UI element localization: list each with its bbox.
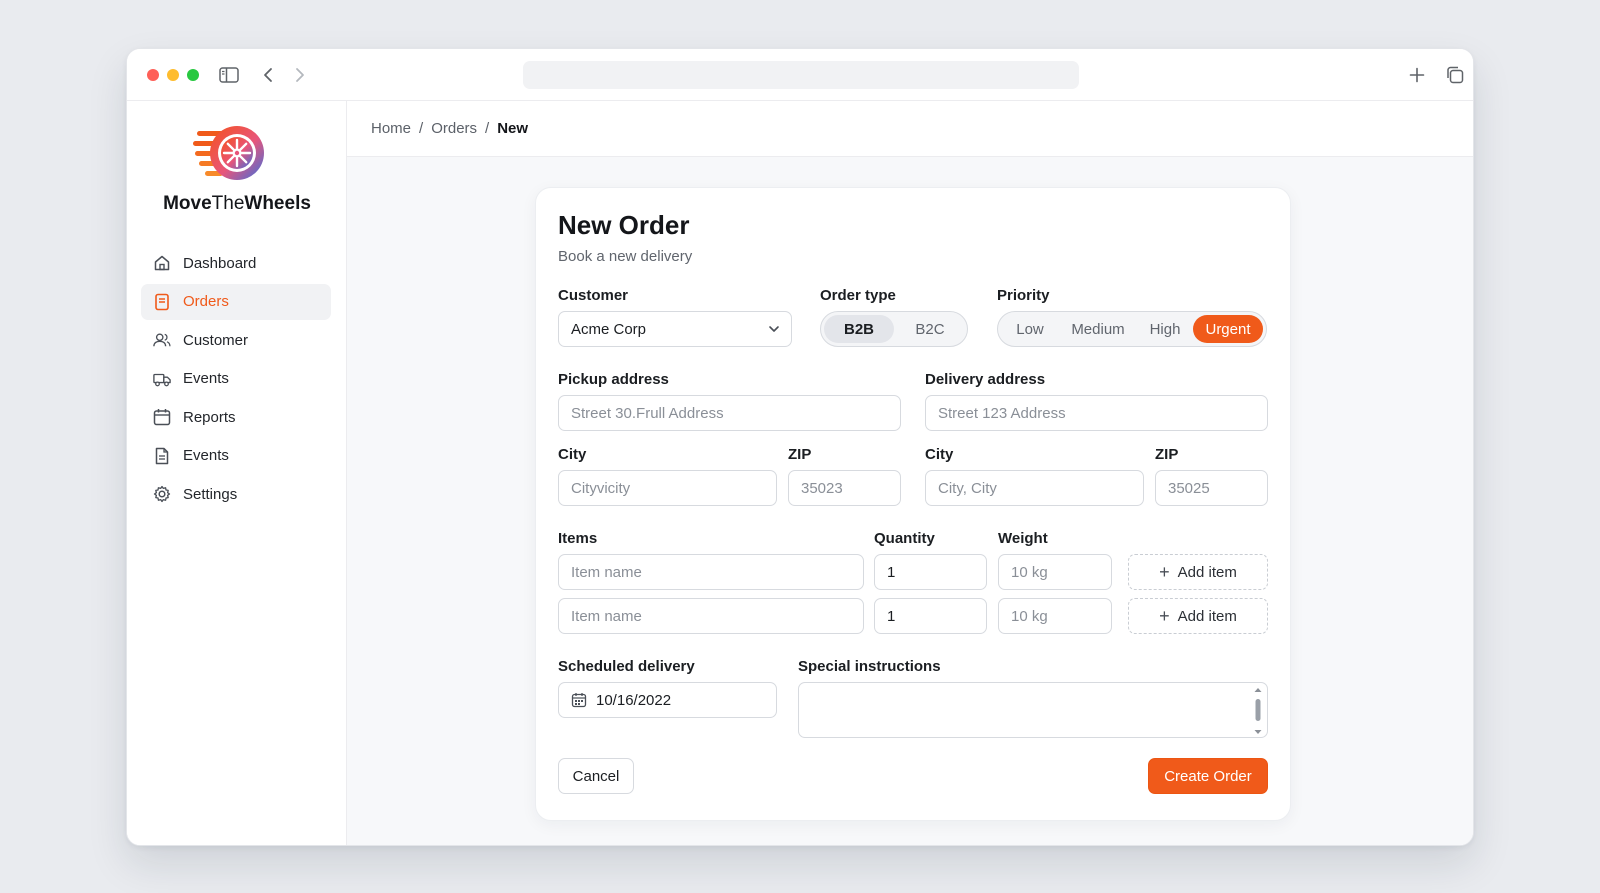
add-item-label: Add item — [1177, 563, 1237, 581]
new-order-form: New Order Book a new delivery Customer A… — [535, 187, 1291, 821]
sidebar-toggle-icon[interactable] — [217, 63, 241, 87]
minimize-window-button[interactable] — [167, 69, 179, 81]
sidebar-item-label: Orders — [183, 293, 229, 310]
quantity-label: Quantity — [874, 530, 935, 547]
delivery-address-input[interactable] — [925, 395, 1268, 431]
brand-logo — [193, 123, 269, 183]
forward-icon[interactable] — [288, 63, 312, 87]
create-order-button[interactable]: Create Order — [1148, 758, 1268, 794]
customer-select[interactable]: Acme Corp — [558, 311, 792, 347]
calendar-icon — [153, 408, 171, 426]
pickup-city-input[interactable] — [558, 470, 777, 506]
breadcrumb-orders[interactable]: Orders — [431, 120, 477, 137]
pickup-zip-label: ZIP — [788, 446, 812, 463]
order-type-toggle: B2B B2C — [820, 311, 968, 347]
main-content: Home / Orders / New New Order Book a new… — [347, 101, 1473, 845]
pickup-address-label: Pickup address — [558, 371, 669, 388]
sidebar-item-orders[interactable]: Orders — [141, 283, 331, 320]
page-subtitle: Book a new delivery — [558, 248, 693, 265]
add-item-button[interactable]: + Add item — [1128, 554, 1268, 590]
sidebar-item-label: Settings — [183, 485, 238, 503]
weight-label: Weight — [998, 530, 1048, 547]
items-label: Items — [558, 530, 598, 547]
breadcrumb: Home / Orders / New — [347, 101, 1473, 157]
maximize-window-button[interactable] — [187, 69, 199, 81]
priority-option-high[interactable]: High — [1140, 315, 1190, 343]
sidebar-item-label: Reports — [183, 408, 236, 426]
priority-option-low[interactable]: Low — [1004, 315, 1056, 343]
sidebar-item-label: Customer — [183, 331, 249, 349]
breadcrumb-separator: / — [485, 120, 490, 137]
users-icon — [153, 331, 171, 349]
truck-icon — [153, 370, 171, 388]
sidebar-item-customer[interactable]: Customer — [141, 322, 331, 358]
priority-option-urgent[interactable]: Urgent — [1193, 315, 1263, 343]
pickup-zip-input[interactable] — [788, 470, 901, 506]
delivery-city-label: City — [925, 446, 954, 463]
address-bar[interactable] — [523, 61, 1079, 89]
item-name-input[interactable] — [558, 598, 864, 634]
sidebar-item-reports[interactable]: Reports — [141, 399, 331, 435]
calendar-icon — [571, 692, 587, 708]
special-instructions-label: Special instructions — [798, 658, 941, 675]
new-tab-icon[interactable] — [1405, 63, 1429, 87]
priority-option-medium[interactable]: Medium — [1058, 315, 1138, 343]
breadcrumb-home[interactable]: Home — [371, 120, 411, 137]
title-bar — [127, 49, 1473, 101]
pickup-address-input[interactable] — [558, 395, 901, 431]
priority-label: Priority — [997, 287, 1050, 304]
plus-icon: + — [1159, 606, 1170, 626]
customer-label: Customer — [558, 287, 629, 304]
delivery-zip-label: ZIP — [1155, 446, 1179, 463]
weight-input[interactable] — [998, 554, 1112, 590]
sidebar-item-label: Dashboard — [183, 254, 257, 272]
brand-name: MoveTheWheels — [163, 193, 311, 214]
priority-toggle: Low Medium High Urgent — [997, 311, 1267, 347]
sidebar-item-dashboard[interactable]: Dashboard — [141, 245, 331, 281]
order-type-label: Order type — [820, 287, 896, 304]
sidebar-item-events[interactable]: Events — [141, 361, 331, 397]
weight-input[interactable] — [998, 598, 1112, 634]
scheduled-delivery-label: Scheduled delivery — [558, 658, 695, 675]
sidebar-item-label: Events — [183, 447, 229, 464]
order-type-option-b2b[interactable]: B2B — [824, 315, 894, 343]
item-name-input[interactable] — [558, 554, 864, 590]
order-type-option-b2c[interactable]: B2C — [896, 315, 964, 343]
browser-window: MoveTheWheels Dashboard Orders Customer — [126, 48, 1474, 846]
sidebar-item-events-2[interactable]: Events — [141, 438, 331, 474]
gear-icon — [153, 485, 171, 503]
tabs-overview-icon[interactable] — [1443, 63, 1467, 87]
sidebar-item-settings[interactable]: Settings — [141, 476, 331, 512]
sidebar: MoveTheWheels Dashboard Orders Customer — [127, 101, 347, 845]
back-icon[interactable] — [256, 63, 280, 87]
special-instructions-textarea[interactable] — [798, 682, 1268, 738]
scheduled-delivery-value: 10/16/2022 — [596, 691, 672, 709]
page-title: New Order — [558, 210, 690, 240]
scheduled-delivery-input[interactable]: 10/16/2022 — [558, 682, 777, 718]
quantity-input[interactable]: 1 — [874, 554, 987, 590]
sidebar-item-label: Events — [183, 370, 229, 387]
delivery-zip-input[interactable] — [1155, 470, 1268, 506]
breadcrumb-separator: / — [419, 120, 424, 137]
quantity-input[interactable]: 1 — [874, 598, 987, 634]
delivery-address-label: Delivery address — [925, 371, 1046, 388]
pickup-city-label: City — [558, 446, 587, 463]
file-icon — [153, 447, 171, 465]
breadcrumb-current: New — [497, 120, 529, 137]
cancel-button[interactable]: Cancel — [558, 758, 634, 794]
home-icon — [153, 254, 171, 272]
chevron-down-icon — [767, 322, 781, 340]
sidebar-nav: Dashboard Orders Customer Events Reports… — [141, 245, 331, 515]
close-window-button[interactable] — [147, 69, 159, 81]
delivery-city-input[interactable] — [925, 470, 1144, 506]
add-item-label: Add item — [1177, 607, 1237, 625]
customer-select-value: Acme Corp — [571, 320, 647, 338]
plus-icon: + — [1159, 562, 1170, 582]
add-item-button[interactable]: + Add item — [1128, 598, 1268, 634]
textarea-scrollbar[interactable] — [1253, 687, 1263, 734]
document-icon — [153, 293, 171, 311]
